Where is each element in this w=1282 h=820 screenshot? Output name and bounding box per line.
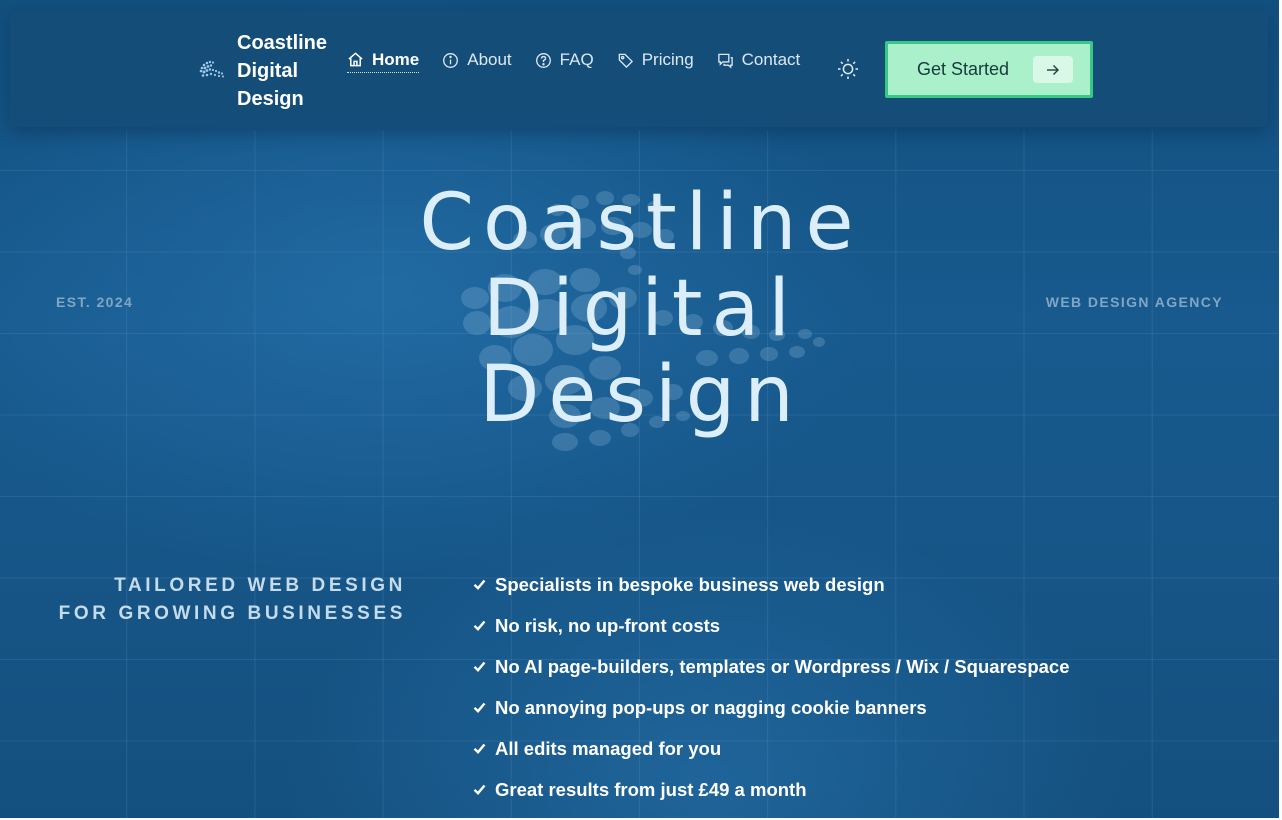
nav-label: Home [372,49,420,69]
list-item: No annoying pop-ups or nagging cookie ba… [473,687,1070,728]
feature-text: Specialists in bespoke business web desi… [495,573,885,595]
arrow-right-icon [1033,56,1073,83]
nav-about[interactable]: About [442,47,512,73]
check-icon [473,784,486,795]
wave-logo-icon [199,60,224,78]
main-nav: Home About FAQ Pricing Contact [347,47,823,73]
nav-label: About [467,50,512,69]
check-icon [473,661,486,672]
question-icon [535,52,551,68]
nav-label: Contact [741,50,801,69]
feature-text: All edits managed for you [495,737,722,759]
nav-label: FAQ [559,50,594,69]
brand-name-line: Digital [237,60,299,82]
get-started-button[interactable]: Get Started [885,41,1093,98]
nav-label: Pricing [641,50,694,69]
hero-title-line: Digital [483,264,799,354]
agency-label: WEB DESIGN AGENCY [1045,294,1223,310]
brand-name-line: Design [237,88,304,110]
nav-pricing[interactable]: Pricing [617,47,694,73]
check-icon [473,702,486,713]
check-icon [473,743,486,754]
feature-text: Great results from just £49 a month [495,778,807,800]
nav-contact[interactable]: Contact [717,47,801,73]
brand-name-line: Coastline [237,32,328,54]
hero-title-line: Coastline [419,178,863,268]
feature-list: Specialists in bespoke business web desi… [473,564,1070,810]
check-icon [473,579,486,590]
tagline: TAILORED WEB DESIGN FOR GROWING BUSINESS… [59,572,406,628]
nav-home[interactable]: Home [347,47,420,73]
list-item: Specialists in bespoke business web desi… [473,564,1070,605]
est-label: EST. 2024 [56,294,134,310]
brand-name: Coastline Digital Design [237,29,347,113]
hero-title: Coastline Digital Design [291,180,991,438]
info-icon [443,52,459,68]
check-icon [473,620,486,631]
feature-text: No annoying pop-ups or nagging cookie ba… [495,696,927,718]
chat-icon [717,53,733,68]
sun-icon[interactable] [837,58,859,80]
brand[interactable]: Coastline Digital Design [198,29,347,110]
cta-label: Get Started [917,59,1010,79]
feature-text: No AI page-builders, templates or Wordpr… [495,655,1070,677]
home-icon [348,52,363,67]
tagline-line: TAILORED WEB DESIGN [114,575,406,596]
list-item: All edits managed for you [473,728,1070,769]
list-item: Great results from just £49 a month [473,769,1070,810]
list-item: No AI page-builders, templates or Wordpr… [473,646,1070,687]
list-item: No risk, no up-front costs [473,605,1070,646]
feature-text: No risk, no up-front costs [495,614,721,636]
tag-icon [618,53,633,68]
hero-title-line: Design [479,350,803,440]
tagline-line: FOR GROWING BUSINESSES [58,603,406,624]
nav-faq[interactable]: FAQ [535,47,594,73]
